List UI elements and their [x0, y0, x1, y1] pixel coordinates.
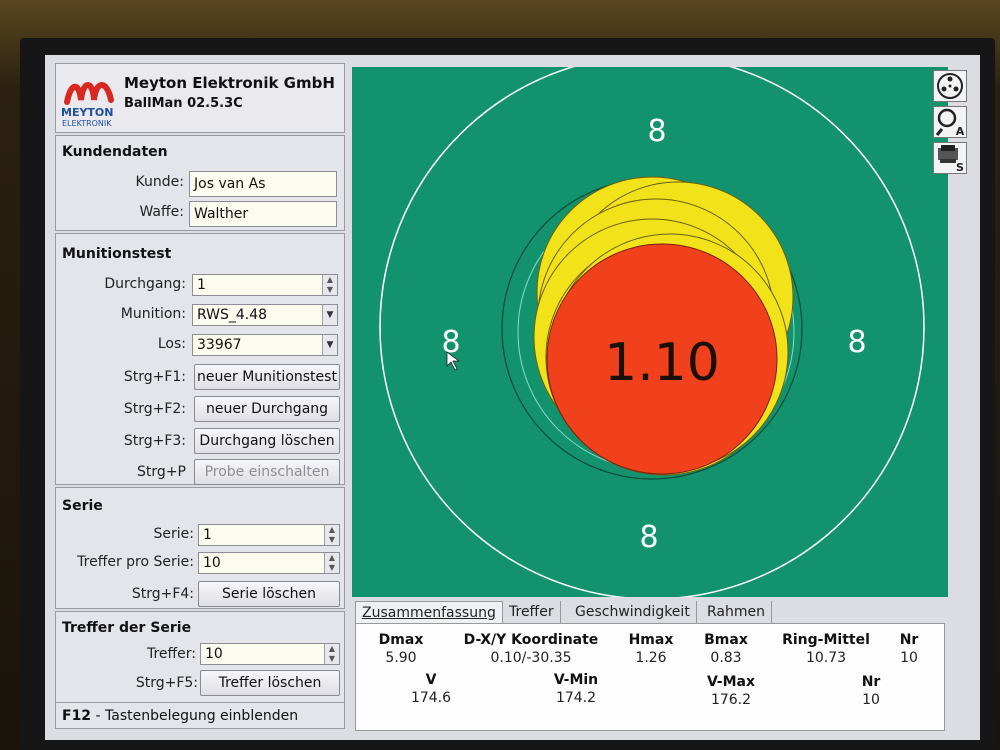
munition-value: RWS_4.48 [197, 307, 268, 323]
spin-arrows-icon[interactable]: ▲ ▼ [324, 553, 339, 573]
hotkey-label: Strg+F2: [123, 401, 186, 417]
chevron-down-icon[interactable]: ▼ [322, 305, 337, 325]
treffer-value: 10 [205, 646, 223, 662]
summary-value: 10 [900, 650, 918, 666]
footer-key: F12 [62, 708, 92, 724]
hotkey-label: Strg+F3: [123, 433, 186, 449]
footer-box: F12 - Tastenbelegung einblenden [55, 703, 345, 729]
spin-arrows-icon[interactable]: ▲ ▼ [324, 644, 339, 664]
summary-header: Dmax [378, 632, 424, 648]
new-pass-button[interactable]: neuer Durchgang [194, 396, 340, 422]
left-panel: MEYTON ELEKTRONIK Meyton Elektronik GmbH… [55, 63, 345, 729]
tab-frame[interactable]: Rahmen [701, 601, 772, 623]
summary-header: Nr [899, 632, 919, 648]
tool-icons: A S [933, 70, 969, 180]
delete-hits-button[interactable]: Treffer löschen [200, 670, 340, 696]
delete-series-button[interactable]: Serie löschen [198, 581, 340, 607]
target-svg: 8 8 8 8 1.10 [379, 67, 925, 597]
footer-text: - Tastenbelegung einblenden [95, 708, 299, 724]
durchgang-spinbox[interactable]: 1 ▲ ▼ [192, 274, 338, 296]
center-score: 1.10 [604, 333, 720, 393]
tab-summary[interactable]: Zusammenfassung [355, 601, 503, 624]
svg-text:A: A [956, 125, 965, 137]
spin-arrows-icon[interactable]: ▲ ▼ [322, 275, 337, 295]
print-s-icon[interactable]: S [933, 142, 967, 174]
serie-label: Serie: [153, 526, 194, 542]
customer-section: Kundendaten Kunde: Jos van As Waffe: Wal… [55, 135, 345, 231]
tab-speed[interactable]: Geschwindigkeit [569, 601, 697, 623]
los-dropdown[interactable]: 33967 ▼ [192, 334, 338, 356]
summary-panel: Dmax D-X/Y Koordinate Hmax Bmax Ring-Mit… [355, 623, 945, 731]
company-name: Meyton Elektronik GmbH [124, 74, 335, 92]
summary-header: V [425, 672, 437, 688]
kunde-label: Kunde: [135, 174, 184, 190]
new-ammo-test-button[interactable]: neuer Munitionstest [194, 364, 340, 390]
serie-value: 1 [203, 527, 212, 543]
svg-text:S: S [956, 161, 964, 173]
ammo-test-section: Munitionstest Durchgang: 1 ▲ ▼ Munition: … [55, 233, 345, 485]
delete-pass-button[interactable]: Durchgang löschen [194, 428, 340, 454]
hotkey-label: Strg+P [137, 464, 186, 480]
ring-number-top: 8 [647, 114, 666, 149]
kunde-field[interactable]: Jos van As [189, 171, 337, 197]
munition-dropdown[interactable]: RWS_4.48 ▼ [192, 304, 338, 326]
hotkey-label: Strg+F4: [131, 586, 194, 602]
hits-section: Treffer der Serie Treffer: 10 ▲ ▼ Strg+F5… [55, 611, 345, 703]
series-section: Serie Serie: 1 ▲ ▼ Treffer pro Serie: 10 … [55, 487, 345, 609]
summary-value: 5.90 [385, 650, 417, 666]
hotkey-label: Strg+F5: [135, 675, 198, 691]
treffer-pro-serie-spinbox[interactable]: 10 ▲ ▼ [198, 552, 340, 574]
app-version: BallMan 02.5.3C [124, 96, 243, 111]
logo-word: MEYTON [61, 106, 114, 119]
summary-value: 1.26 [635, 650, 667, 666]
treffer-pro-serie-label: Treffer pro Serie: [77, 554, 194, 570]
summary-header: Ring-Mittel [782, 632, 870, 648]
summary-value: 10.73 [805, 650, 847, 666]
section-title-customer: Kundendaten [62, 144, 168, 160]
probe-button[interactable]: Probe einschalten [194, 459, 340, 485]
ring-number-bottom: 8 [639, 520, 658, 555]
summary-header: V-Min [553, 672, 599, 688]
los-value: 33967 [197, 337, 242, 353]
summary-header: Nr [861, 674, 881, 690]
summary-header: D-X/Y Koordinate [463, 632, 599, 648]
treffer-pro-serie-value: 10 [203, 555, 221, 571]
target-display[interactable]: 8 8 8 8 1.10 [352, 67, 948, 597]
treffer-spinbox[interactable]: 10 ▲ ▼ [200, 643, 340, 665]
header-box: MEYTON ELEKTRONIK Meyton Elektronik GmbH… [55, 63, 345, 133]
ring-number-right: 8 [847, 325, 866, 360]
chevron-down-icon[interactable]: ▼ [322, 335, 337, 355]
munition-label: Munition: [120, 306, 186, 322]
serie-spinbox[interactable]: 1 ▲ ▼ [198, 524, 340, 546]
footer-hint: F12 - Tastenbelegung einblenden [62, 708, 298, 724]
hotkey-label: Strg+F1: [123, 369, 186, 385]
result-tabs: Zusammenfassung Treffer Geschwindigkeit … [355, 601, 951, 624]
summary-value: 10 [862, 692, 880, 708]
target-view-icon[interactable] [933, 70, 967, 102]
treffer-label: Treffer: [146, 646, 196, 662]
waffe-label: Waffe: [139, 204, 184, 220]
tab-hits[interactable]: Treffer [503, 601, 561, 623]
summary-header: V-Max [706, 674, 756, 690]
summary-value: 176.2 [710, 692, 752, 708]
summary-value: 0.10/-30.35 [490, 650, 572, 666]
zoom-a-icon[interactable]: A [933, 106, 967, 138]
section-title-ammo: Munitionstest [62, 246, 172, 262]
durchgang-value: 1 [197, 277, 206, 293]
summary-header: Bmax [704, 632, 748, 648]
summary-value: 174.2 [555, 690, 597, 706]
summary-header: Hmax [628, 632, 674, 648]
section-title-series: Serie [62, 498, 103, 514]
section-title-hits: Treffer der Serie [62, 620, 192, 636]
summary-value: 0.83 [710, 650, 742, 666]
spin-arrows-icon[interactable]: ▲ ▼ [324, 525, 339, 545]
summary-value: 174.6 [410, 690, 452, 706]
los-label: Los: [157, 336, 186, 352]
ballman-screen: MEYTON ELEKTRONIK Meyton Elektronik GmbH… [45, 55, 980, 740]
durchgang-label: Durchgang: [104, 276, 186, 292]
waffe-field[interactable]: Walther [189, 201, 337, 227]
logo-subtitle: ELEKTRONIK [62, 119, 112, 128]
